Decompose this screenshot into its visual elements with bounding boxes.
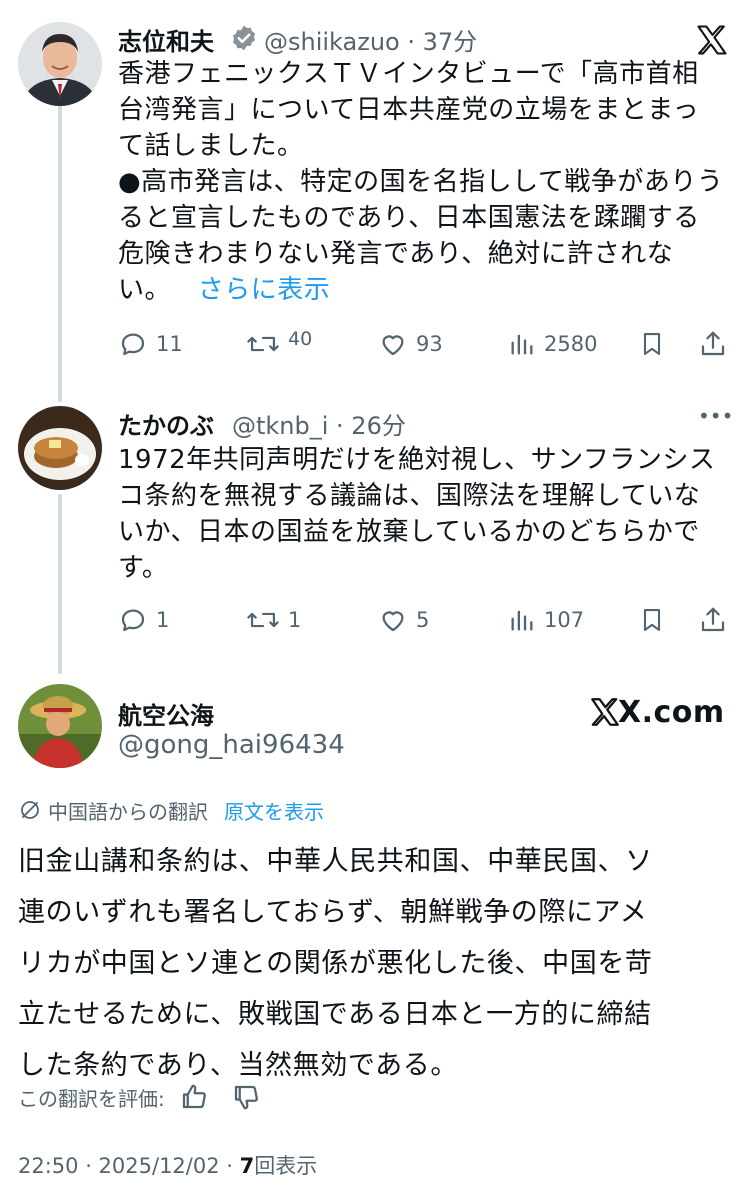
translate-icon xyxy=(21,801,39,819)
reply-count: 11 xyxy=(156,332,183,356)
reply-button[interactable]: 1 xyxy=(118,598,169,642)
tweet-line: す。 xyxy=(118,553,169,583)
translation-label: 中国語からの翻訳 xyxy=(48,799,208,824)
like-count: 93 xyxy=(416,332,443,356)
views-button[interactable]: 2580 xyxy=(508,322,597,366)
avatar-portrait-icon xyxy=(18,22,102,106)
tweet-line: 立たせるために、敗戦国である日本と一方的に締結 xyxy=(18,999,652,1030)
handle: @gong_hai96434 xyxy=(118,730,345,760)
views-count: 2580 xyxy=(544,332,598,356)
repost-count: 40 xyxy=(288,328,313,350)
avatar-anime-character-icon xyxy=(18,684,102,768)
thread-line xyxy=(58,104,62,402)
bookmark-button[interactable] xyxy=(638,598,666,642)
repost-count: 1 xyxy=(288,608,302,632)
tweet-line: い。 xyxy=(118,275,172,305)
action-bar: 1 1 5 107 xyxy=(118,598,730,642)
author-name[interactable]: 航空公海 xyxy=(118,696,214,731)
tweet-line: て話しました。 xyxy=(118,131,304,161)
view-count: 7 xyxy=(239,1154,255,1178)
avatar[interactable] xyxy=(18,684,102,768)
tweet-line-last: い。 さらに表示 xyxy=(118,272,738,308)
bookmark-icon xyxy=(643,609,661,631)
tweet-line: コ条約を無視する議論は、国際法を理解していな xyxy=(118,481,701,511)
reply-icon xyxy=(121,609,145,632)
tweet-text: 旧金山講和条約は、中華人民共和国、中華民国、ソ 連のいずれも署名しておらず、朝鮮… xyxy=(18,836,738,1091)
more-options-icon[interactable]: ••• xyxy=(698,404,733,428)
tweet-line: 旧金山講和条約は、中華人民共和国、中華民国、ソ xyxy=(18,846,653,877)
show-original-link[interactable]: 原文を表示 xyxy=(224,796,324,825)
x-logo-icon xyxy=(591,698,619,726)
show-more-link[interactable]: さらに表示 xyxy=(198,275,331,305)
translation-bar: 中国語からの翻訳 原文を表示 xyxy=(18,796,324,824)
like-count: 5 xyxy=(416,608,430,632)
translation-rating: この翻訳を評価: xyxy=(18,1080,261,1114)
views-chart-icon xyxy=(511,610,533,631)
avatar[interactable] xyxy=(18,406,102,490)
watermark-logo: X.com xyxy=(588,690,725,734)
tweet-meta: 22:50 · 2025/12/02 · 7回表示 xyxy=(18,1150,317,1180)
views-label: 回表示 xyxy=(254,1154,318,1178)
tweet-line: 危険きわまりない発言であり、絶対に許されな xyxy=(118,239,674,269)
tweet-line: ●高市発言は、特定の国を名指しして戦争がありう xyxy=(118,167,724,197)
thumbs-up-icon xyxy=(182,1084,206,1109)
thumbs-down-button[interactable] xyxy=(231,1082,261,1112)
tweet-line: 台湾発言」について日本共産党の立場をまとまっ xyxy=(118,95,700,125)
views-count: 107 xyxy=(544,608,585,632)
author-name[interactable]: 志位和夫 xyxy=(118,22,214,57)
timestamp[interactable]: 22:50 · 2025/12/02 · xyxy=(18,1154,240,1178)
thread-line xyxy=(58,494,62,674)
bookmark-icon xyxy=(643,333,661,355)
reply-button[interactable]: 11 xyxy=(118,322,183,366)
bookmark-button[interactable] xyxy=(638,322,666,366)
thumbs-up-button[interactable] xyxy=(179,1082,209,1112)
like-button[interactable]: 93 xyxy=(378,322,443,366)
repost-icon xyxy=(247,612,279,628)
heart-icon xyxy=(382,611,404,632)
avatar-pancake-icon xyxy=(18,406,102,490)
x-logo-icon xyxy=(694,22,730,58)
share-button[interactable] xyxy=(698,598,728,642)
handle-time: @tknb_i · 26分 xyxy=(232,412,406,440)
tweet-line: 1972年共同声明だけを絶対視し、サンフランシス xyxy=(118,445,716,475)
like-button[interactable]: 5 xyxy=(378,598,429,642)
repost-button[interactable]: 1 xyxy=(246,598,301,642)
watermark-text: X.com xyxy=(618,694,725,730)
reply-count: 1 xyxy=(156,608,170,632)
tweet-line: 香港フェニックスＴＶインタビューで「高市首相 xyxy=(118,59,699,89)
tweet-text: 1972年共同声明だけを絶対視し、サンフランシス コ条約を無視する議論は、国際法… xyxy=(118,442,738,586)
tweet-line: ると宣言したものであり、日本国憲法を蹂躙する xyxy=(118,203,700,233)
views-button[interactable]: 107 xyxy=(508,598,584,642)
repost-button[interactable]: 40 xyxy=(246,322,312,366)
action-bar: 11 40 93 2580 xyxy=(118,322,730,366)
repost-icon xyxy=(247,336,279,352)
tweet-line: リカが中国とソ連との関係が悪化した後、中国を苛 xyxy=(18,948,653,979)
share-button[interactable] xyxy=(698,322,728,366)
handle-time: @shiikazuo · 37分 xyxy=(264,28,478,56)
verified-badge-icon xyxy=(230,24,258,52)
thumbs-down-icon xyxy=(234,1085,258,1110)
share-icon xyxy=(701,331,725,356)
views-chart-icon xyxy=(511,334,533,355)
heart-icon xyxy=(382,335,404,356)
reply-icon xyxy=(121,333,145,356)
author-name[interactable]: たかのぶ xyxy=(118,406,214,441)
tweet-line: 連のいずれも署名しておらず、朝鮮戦争の際にアメ xyxy=(18,897,648,928)
avatar[interactable] xyxy=(18,22,102,106)
share-icon xyxy=(701,607,725,632)
tweet-line: いか、日本の国益を放棄しているかのどちらかで xyxy=(118,517,700,547)
tweet-text: 香港フェニックスＴＶインタビューで「高市首相 台湾発言」について日本共産党の立場… xyxy=(118,56,738,308)
rate-translation-label: この翻訳を評価: xyxy=(18,1086,165,1111)
